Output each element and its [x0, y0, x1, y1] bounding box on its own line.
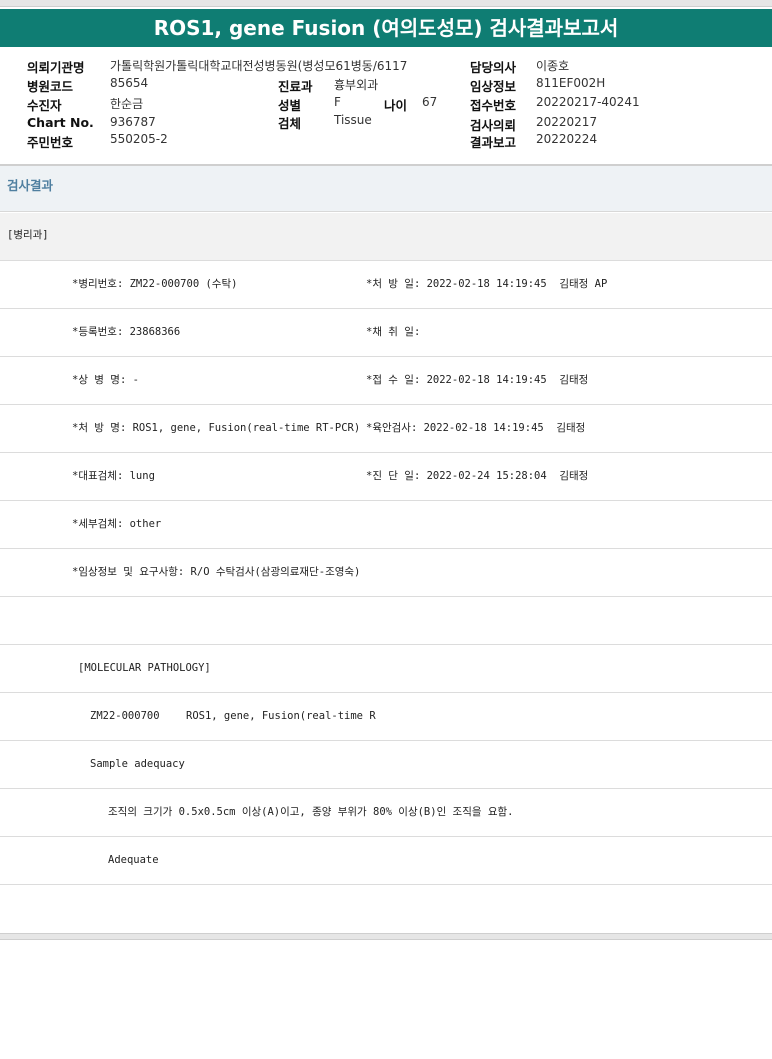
diagnosis-date: *진 단 일: 2022-02-24 15:28:04 김태정: [366, 470, 589, 482]
adequacy-result: Adequate: [108, 854, 159, 866]
pathology-number: *병리번호: ZM22-000700 (수탁): [72, 278, 238, 290]
result-row: *상 병 명: - *접 수 일: 2022-02-18 14:19:45 김태…: [0, 357, 772, 405]
chart-no-value: 936787: [110, 115, 156, 129]
result-row: Adequate: [0, 837, 772, 885]
molecular-pathology-heading: [MOLECULAR PATHOLOGY]: [78, 662, 211, 674]
result-row: [MOLECULAR PATHOLOGY]: [0, 645, 772, 693]
collection-date: *채 취 일:: [366, 326, 421, 338]
bottom-rule: [0, 933, 772, 940]
specimen-value: Tissue: [334, 113, 372, 127]
department-tag: [병리과]: [7, 229, 49, 241]
doctor-value: 이종호: [536, 59, 570, 73]
clinical-request: *임상정보 및 요구사항: R/O 수탁검사(삼광의료재단-조영숙): [72, 566, 361, 578]
diagnosis-name: *상 병 명: -: [72, 374, 139, 386]
age-label: 나이: [384, 98, 408, 113]
section-title: 검사결과: [0, 166, 772, 212]
result-row: *등록번호: 23868366 *채 취 일:: [0, 309, 772, 357]
doctor-label: 담당의사: [470, 60, 517, 75]
result-row: [병리과]: [0, 213, 772, 261]
receipt-no-value: 20220217-40241: [536, 95, 640, 109]
order-date: *처 방 일: 2022-02-18 14:19:45 김태정 AP: [366, 278, 608, 290]
hospital-code-label: 병원코드: [27, 79, 74, 94]
receipt-no-label: 접수번호: [470, 98, 517, 113]
chart-no-label: Chart No.: [27, 115, 94, 130]
resident-no-value: 550205-2: [110, 132, 168, 146]
result-row: *대표검체: lung *진 단 일: 2022-02-24 15:28:04 …: [0, 453, 772, 501]
patient-label: 수진자: [27, 98, 62, 113]
request-value: 20220217: [536, 115, 598, 129]
report-date-value: 20220224: [536, 132, 598, 146]
sex-label: 성별: [278, 98, 302, 113]
department-value: 흉부외과: [334, 78, 379, 92]
age-value: 67: [422, 95, 438, 109]
result-row: *병리번호: ZM22-000700 (수탁) *처 방 일: 2022-02-…: [0, 261, 772, 309]
top-rule: [0, 0, 772, 7]
clinical-info-value: 811EF002H: [536, 76, 606, 90]
result-row: ZM22-000700 ROS1, gene, Fusion(real-time…: [0, 693, 772, 741]
clinical-info-label: 임상정보: [470, 79, 517, 94]
result-row: *처 방 명: ROS1, gene, Fusion(real-time RT-…: [0, 405, 772, 453]
institution-label: 의뢰기관명: [27, 60, 85, 75]
hospital-code-value: 85654: [110, 76, 149, 90]
order-name: *처 방 명: ROS1, gene, Fusion(real-time RT-…: [72, 422, 361, 434]
result-row: *임상정보 및 요구사항: R/O 수탁검사(삼광의료재단-조영숙): [0, 549, 772, 597]
result-row: Sample adequacy: [0, 741, 772, 789]
case-number: ZM22-000700: [90, 710, 160, 722]
specimen-label: 검체: [278, 116, 302, 131]
gross-exam-date: *육안검사: 2022-02-18 14:19:45 김태정: [366, 422, 586, 434]
representative-specimen: *대표검체: lung: [72, 470, 155, 482]
receipt-date: *접 수 일: 2022-02-18 14:19:45 김태정: [366, 374, 589, 386]
sex-value: F: [334, 95, 341, 109]
resident-no-label: 주민번호: [27, 135, 74, 150]
detail-specimen: *세부검체: other: [72, 518, 162, 530]
department-label: 진료과: [278, 79, 313, 94]
result-row: [0, 597, 772, 645]
report-date-label: 결과보고: [470, 135, 517, 150]
patient-info-header: 의뢰기관명 가톨릭학원가톨릭대학교대전성병동원(병성모61병동/6117 담당의…: [0, 50, 772, 162]
result-row: *세부검체: other: [0, 501, 772, 549]
adequacy-criteria: 조직의 크기가 0.5x0.5cm 이상(A)이고, 종양 부위가 80% 이상…: [108, 806, 514, 818]
result-row: [0, 885, 772, 933]
registration-number: *등록번호: 23868366: [72, 326, 181, 338]
institution-value: 가톨릭학원가톨릭대학교대전성병동원(병성모61병동/6117: [110, 59, 408, 73]
result-row: 조직의 크기가 0.5x0.5cm 이상(A)이고, 종양 부위가 80% 이상…: [0, 789, 772, 837]
test-name: ROS1, gene, Fusion(real-time R: [186, 710, 376, 722]
sample-adequacy-heading: Sample adequacy: [90, 758, 185, 770]
patient-value: 한순금: [110, 97, 144, 111]
report-title: ROS1, gene Fusion (여의도성모) 검사결과보고서: [0, 9, 772, 47]
